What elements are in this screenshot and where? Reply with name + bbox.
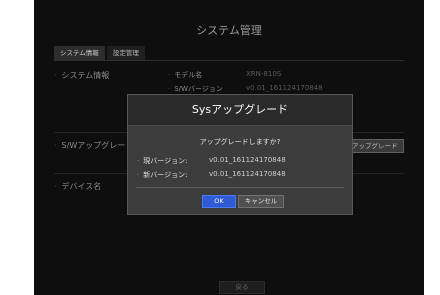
window-title: システム管理	[196, 24, 262, 37]
ok-button[interactable]: OK	[202, 195, 236, 208]
model-name-label: モデル名	[168, 70, 202, 80]
tab-bar: システム情報 設定管理	[54, 46, 145, 60]
new-version-value: v0.01_161124170848	[209, 170, 286, 178]
sw-upgrade-section-label: S/Wアップグレード	[54, 140, 134, 151]
back-button[interactable]: 戻る	[219, 281, 265, 294]
upgrade-button[interactable]: アップグレード	[346, 139, 404, 153]
title-bar: システム管理	[34, 0, 424, 37]
device-name-section-label: デバイス名	[54, 181, 102, 192]
sw-version-label: S/Wバージョン	[168, 84, 223, 94]
sys-upgrade-dialog: Sysアップグレード アップグレードしますか? 現バージョン: v0.01_16…	[127, 94, 353, 215]
system-info-section-label: システム情報	[54, 70, 110, 81]
new-version-label: 新バージョン:	[137, 171, 187, 179]
dialog-title: Sysアップグレード	[128, 95, 352, 126]
tab-settings-management[interactable]: 設定管理	[106, 46, 145, 60]
current-version-label: 現バージョン:	[137, 157, 187, 165]
tab-system-info[interactable]: システム情報	[54, 46, 105, 60]
current-version-value: v0.01_161124170848	[209, 156, 286, 164]
sw-version-value: v0.01_161124170848	[246, 84, 323, 92]
current-version-row: 現バージョン: v0.01_161124170848	[137, 156, 286, 166]
tab-underline	[54, 60, 404, 61]
dialog-divider	[136, 187, 344, 188]
model-name-value: XRN-810S	[246, 70, 282, 78]
new-version-row: 新バージョン: v0.01_161124170848	[137, 170, 286, 180]
cancel-button[interactable]: キャンセル	[238, 195, 284, 208]
upgrade-question: アップグレードしますか?	[199, 138, 281, 146]
